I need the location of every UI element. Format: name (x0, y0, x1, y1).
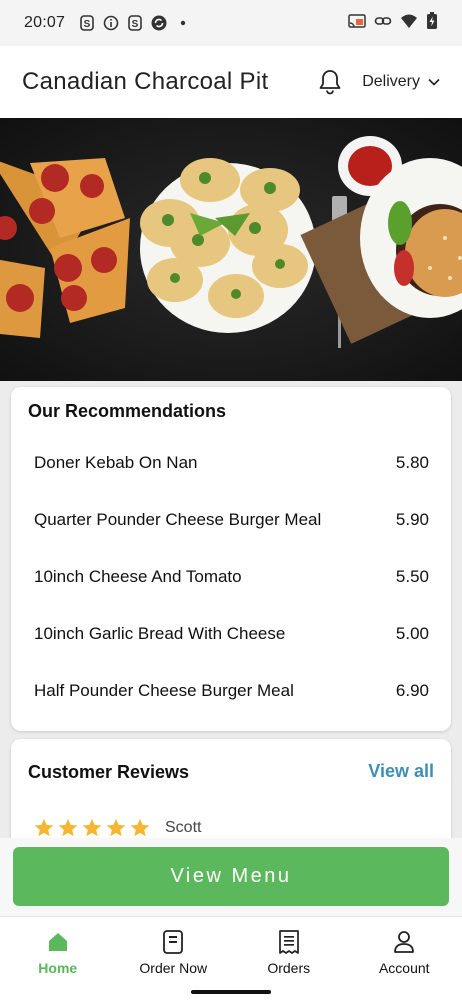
star-icon (58, 818, 78, 837)
view-menu-button[interactable]: View Menu (13, 847, 449, 906)
nav-label-order-now: Order Now (139, 960, 208, 976)
wifi-icon (400, 13, 418, 34)
recommendation-name: Quarter Pounder Cheese Burger Meal (34, 509, 322, 529)
nav-label-orders: Orders (267, 960, 311, 976)
order-now-icon (160, 929, 186, 955)
receipt-icon (276, 929, 302, 955)
recommendation-item[interactable]: Quarter Pounder Cheese Burger Meal 5.90 (11, 491, 451, 548)
recommendation-price: 5.50 (395, 566, 429, 586)
nav-label-account: Account (378, 960, 430, 976)
link-icon (374, 13, 392, 34)
system-icons (348, 11, 438, 35)
reviewer-name: Scott (165, 819, 202, 836)
star-icon (82, 818, 102, 837)
cast-icon (348, 13, 366, 34)
recommendation-name: Half Pounder Cheese Burger Meal (34, 680, 294, 700)
recommendation-item[interactable]: Doner Kebab On Nan 5.80 (11, 434, 451, 491)
home-icon (45, 929, 71, 955)
bottom-navigation: Home Order Now Orders Account (0, 916, 462, 1000)
recommendation-name: 10inch Garlic Bread With Cheese (34, 623, 286, 643)
recommendation-price: 5.90 (395, 509, 429, 529)
recommendation-name: Doner Kebab On Nan (34, 452, 198, 472)
s-app-icon: S (127, 15, 143, 31)
recommendation-price: 6.90 (395, 680, 429, 700)
customer-reviews-title: Customer Reviews (28, 762, 190, 782)
star-icon (130, 818, 150, 837)
recommendations-title: Our Recommendations (28, 401, 227, 421)
svg-text:S: S (84, 19, 91, 30)
notification-icons: S S (79, 15, 191, 31)
delivery-mode-select[interactable]: Delivery (362, 73, 440, 91)
recommendation-name: 10inch Cheese And Tomato (34, 566, 242, 586)
account-icon (391, 929, 417, 955)
delivery-mode-label: Delivery (362, 73, 420, 90)
svg-text:S: S (132, 19, 139, 30)
home-indicator[interactable] (191, 990, 271, 994)
recommendation-item[interactable]: 10inch Garlic Bread With Cheese 5.00 (11, 605, 451, 662)
nav-item-account[interactable]: Account (347, 917, 462, 1000)
view-menu-bar: View Menu (0, 838, 462, 916)
review-item: Scott (33, 817, 201, 839)
recommendation-price: 5.00 (395, 623, 429, 643)
status-time: 20:07 (24, 14, 66, 31)
s-app-icon: S (79, 15, 95, 31)
recommendation-item[interactable]: 10inch Cheese And Tomato 5.50 (11, 548, 451, 605)
sync-icon (151, 15, 167, 31)
recommendation-item[interactable]: Half Pounder Cheese Burger Meal 6.90 (11, 662, 451, 719)
nav-item-home[interactable]: Home (0, 917, 116, 1000)
star-icon (34, 818, 54, 837)
nav-item-order-now[interactable]: Order Now (116, 917, 232, 1000)
recommendation-price: 5.80 (395, 452, 429, 472)
recommendations-list: Doner Kebab On Nan 5.80 Quarter Pounder … (11, 434, 451, 719)
app-header: Canadian Charcoal Pit Delivery (0, 46, 462, 118)
info-icon (103, 15, 119, 31)
nav-label-home: Home (38, 960, 78, 976)
hero-food-image (0, 118, 462, 381)
status-bar: 20:07 S S (0, 0, 462, 46)
recommendations-card: Our Recommendations Doner Kebab On Nan 5… (11, 387, 451, 731)
chevron-down-icon (428, 73, 440, 91)
star-icon (106, 818, 126, 837)
nav-item-orders[interactable]: Orders (231, 917, 347, 1000)
battery-icon (426, 11, 438, 35)
notification-bell-icon[interactable] (316, 68, 344, 96)
dot-icon (175, 15, 191, 31)
view-all-reviews-link[interactable]: View all (368, 761, 434, 782)
restaurant-title: Canadian Charcoal Pit (22, 68, 269, 95)
star-rating (33, 817, 151, 839)
